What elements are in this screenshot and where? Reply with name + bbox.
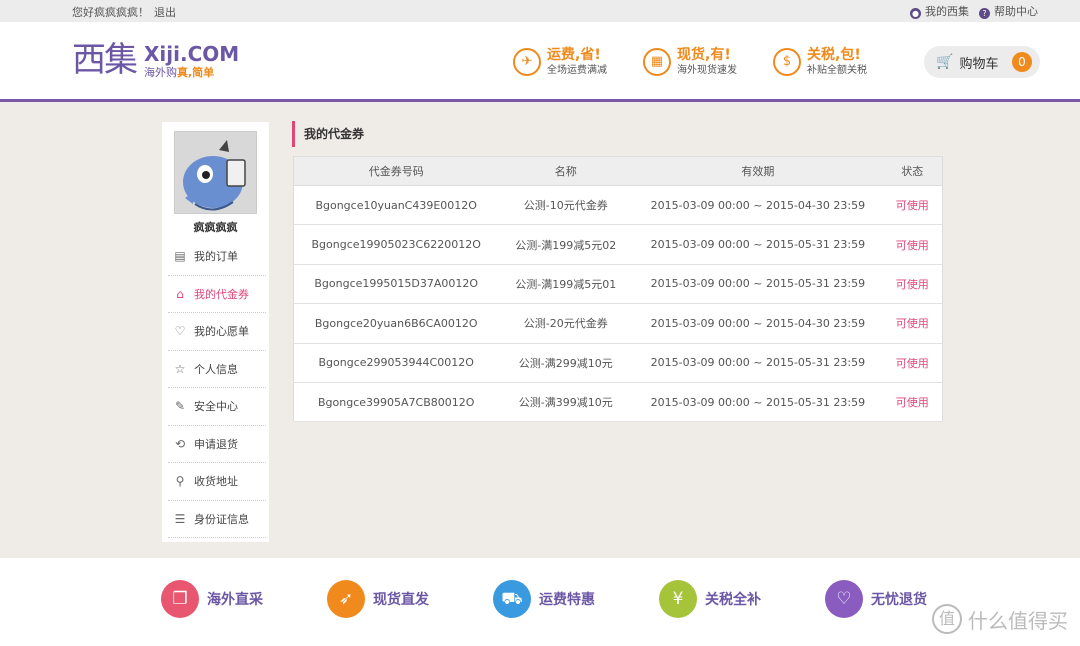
coupon-code: Bgongce39905A7CB80012O: [293, 382, 499, 423]
coupon-name: 公测-满199减5元02: [498, 224, 634, 265]
watermark-icon: 值: [932, 604, 962, 634]
coupon-table: 代金券号码 名称 有效期 状态 Bgongce10yuanC439E0012O …: [293, 156, 943, 423]
feature-overseas-purchase: ❐ 海外直采: [161, 580, 263, 618]
sidebar-item-orders[interactable]: ▤ 我的订单: [168, 238, 266, 276]
coupon-name: 公测-10元代金券: [498, 185, 634, 226]
site-footer: ❐ 海外直采 ➶ 现货直发 ⛟ 运费特惠 ¥ 关税全补 ♡ 无忧退货 值 什么值…: [0, 558, 1080, 646]
account-sidebar: 疯疯疯疯 ▤ 我的订单 ⌂ 我的代金券 ♡ 我的心愿单 ☆ 个人信息 ✎ 安全中心 ⟲ 申请…: [162, 122, 269, 542]
sidebar-item-id-card[interactable]: ☰ 身份证信息: [168, 501, 266, 538]
feature-easy-returns: ♡ 无忧退货: [825, 580, 927, 618]
order-icon: ▤: [174, 249, 186, 264]
coupon-validity: 2015-03-09 00:00 ~ 2015-05-31 23:59: [633, 224, 883, 265]
coupon-status: 可使用: [882, 185, 943, 226]
logout-link[interactable]: 退出: [154, 4, 176, 20]
sidebar-item-address[interactable]: ⚲ 收货地址: [168, 463, 266, 501]
cart-label: 购物车: [959, 56, 999, 72]
column-header: 代金券号码: [293, 156, 499, 186]
promo-shipping: ✈ 运费,省! 全场运费满减: [513, 42, 607, 82]
money-bag-icon: $: [773, 48, 801, 76]
help-center-link[interactable]: ? 帮助中心: [979, 3, 1038, 19]
username: 疯疯疯疯: [193, 221, 238, 234]
coupon-code: Bgongce19905023C6220012O: [293, 224, 499, 265]
coupon-code: Bgongce1995015D37A0012O: [293, 264, 499, 305]
greeting-text: 您好疯疯疯疯！: [72, 6, 149, 19]
location-pin-icon: ⚲: [175, 474, 185, 489]
table-row: Bgongce20yuan6B6CA0012O 公测-20元代金券 2015-0…: [293, 303, 943, 344]
user-icon: ●: [910, 8, 921, 19]
site-logo[interactable]: 西集 Xiji.COM 海外购真,简单: [72, 40, 239, 84]
cart-button[interactable]: 🛒 购物车 0: [924, 46, 1040, 78]
coupon-tag-icon: ⌂: [176, 286, 184, 301]
feature-tax-subsidy: ¥ 关税全补: [659, 580, 761, 618]
coupon-status: 可使用: [882, 343, 943, 383]
help-icon: ?: [979, 8, 990, 19]
table-header-row: 代金券号码 名称 有效期 状态: [293, 156, 943, 186]
rocket-icon: ➶: [327, 580, 365, 618]
logo-en: Xiji.COM: [144, 42, 240, 66]
top-bar-links: ● 我的西集 ? 帮助中心: [910, 3, 1038, 19]
coupon-validity: 2015-03-09 00:00 ~ 2015-05-31 23:59: [633, 264, 883, 305]
coupon-validity: 2015-03-09 00:00 ~ 2015-05-31 23:59: [633, 343, 883, 383]
column-header: 状态: [882, 156, 943, 186]
return-icon: ♡: [825, 580, 863, 618]
table-row: Bgongce10yuanC439E0012O 公测-10元代金券 2015-0…: [293, 185, 943, 226]
table-row: Bgongce39905A7CB80012O 公测-满399减10元 2015-…: [293, 382, 943, 423]
sidebar-menu: ▤ 我的订单 ⌂ 我的代金券 ♡ 我的心愿单 ☆ 个人信息 ✎ 安全中心 ⟲ 申请退货 ⚲ 收…: [168, 238, 266, 538]
watermark: 值 什么值得买: [932, 604, 1068, 634]
table-row: Bgongce19905023C6220012O 公测-满199减5元02 20…: [293, 224, 943, 265]
sidebar-item-profile[interactable]: ☆ 个人信息: [168, 351, 266, 388]
cart-icon: 🛒: [936, 54, 954, 70]
sidebar-item-security[interactable]: ✎ 安全中心: [168, 388, 266, 426]
logo-cn: 西集: [72, 40, 138, 80]
piggy-bank-icon: ¥: [659, 580, 697, 618]
column-header: 名称: [498, 156, 634, 186]
coupon-code: Bgongce20yuan6B6CA0012O: [293, 303, 499, 344]
promo-tax: $ 关税,包! 补贴全额关税: [773, 42, 867, 82]
truck-icon: ⛟: [493, 580, 531, 618]
star-icon: ☆: [174, 361, 186, 376]
sidebar-item-returns[interactable]: ⟲ 申请退货: [168, 426, 266, 463]
id-card-icon: ☰: [174, 511, 186, 526]
coupon-code: Bgongce299053944C0012O: [293, 343, 499, 383]
page-title: 我的代金券: [292, 121, 364, 147]
airplane-icon: ✈: [513, 48, 541, 76]
coupon-validity: 2015-03-09 00:00 ~ 2015-04-30 23:59: [633, 185, 883, 226]
package-icon: ▦: [643, 48, 671, 76]
coupon-status: 可使用: [882, 264, 943, 305]
refresh-icon: ⟲: [174, 436, 186, 451]
coupon-name: 公测-满299减10元: [498, 343, 634, 383]
table-row: Bgongce299053944C0012O 公测-满299减10元 2015-…: [293, 343, 943, 383]
coupon-validity: 2015-03-09 00:00 ~ 2015-05-31 23:59: [633, 382, 883, 423]
coupon-name: 公测-满399减10元: [498, 382, 634, 423]
edit-icon: ✎: [174, 399, 186, 414]
heart-icon: ♡: [174, 324, 186, 339]
coupon-validity: 2015-03-09 00:00 ~ 2015-04-30 23:59: [633, 303, 883, 344]
coupon-status: 可使用: [882, 224, 943, 265]
sidebar-item-coupons[interactable]: ⌂ 我的代金券: [168, 276, 266, 313]
feature-shipping-discount: ⛟ 运费特惠: [493, 580, 595, 618]
my-xiji-link[interactable]: ● 我的西集: [910, 3, 969, 19]
coupon-status: 可使用: [882, 382, 943, 423]
bag-icon: ❐: [161, 580, 199, 618]
table-row: Bgongce1995015D37A0012O 公测-满199减5元01 201…: [293, 264, 943, 305]
coupon-status: 可使用: [882, 303, 943, 344]
site-header: 西集 Xiji.COM 海外购真,简单 ✈ 运费,省! 全场运费满减 ▦ 现货,有…: [0, 22, 1080, 102]
coupon-name: 公测-满199减5元01: [498, 264, 634, 305]
cart-count-badge: 0: [1012, 52, 1032, 72]
column-header: 有效期: [633, 156, 883, 186]
logo-slogan: 海外购真,简单: [144, 66, 215, 79]
feature-stock-shipping: ➶ 现货直发: [327, 580, 429, 618]
promo-stock: ▦ 现货,有! 海外现货速发: [643, 42, 737, 82]
coupon-name: 公测-20元代金券: [498, 303, 634, 344]
coupon-code: Bgongce10yuanC439E0012O: [293, 185, 499, 226]
sidebar-item-wishlist[interactable]: ♡ 我的心愿单: [168, 313, 266, 351]
avatar[interactable]: [174, 131, 257, 214]
top-bar: 您好疯疯疯疯！ 退出 ● 我的西集 ? 帮助中心: [0, 0, 1080, 22]
